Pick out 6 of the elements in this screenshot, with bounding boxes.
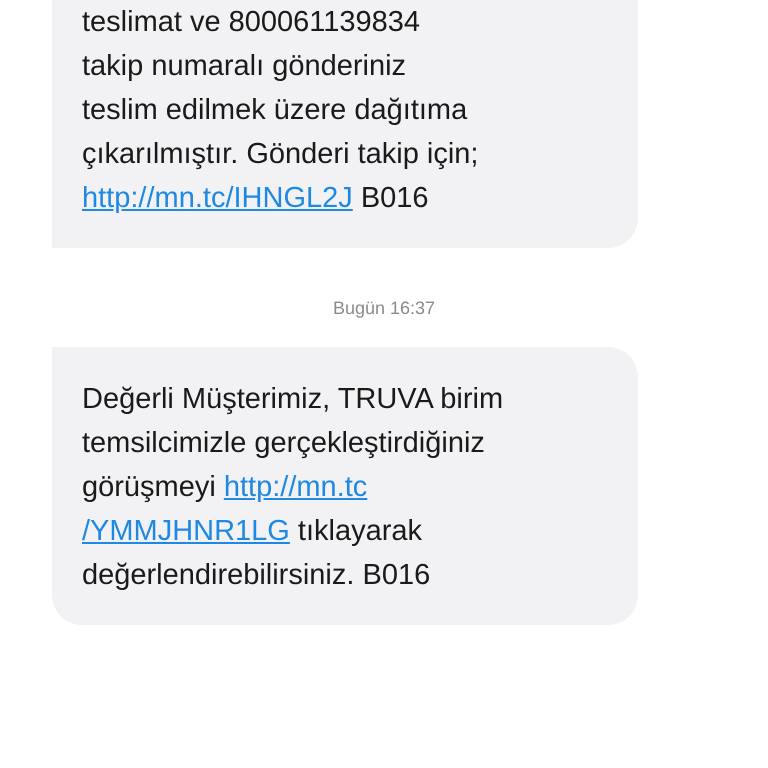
message-text: teslimat ve 800061139834 takip numaralı gönderiniz teslim edilmek üzere dağıtıma çıkarılmıştır. Gönderi takip için; http://mn.tc/IHNGL2J B016 [82, 5, 480, 216]
message-link[interactable]: http://mn.tc/IHNGL2J [82, 182, 353, 214]
message-text: Değerli Müşterimiz, TRUVA birim temsilcimizle gerçekleştirdiğiniz görüşmeyi http://mn.tc /YMMJHNR1LG tıklayarak değerlendirebilirsiniz. B016 [82, 382, 504, 593]
message-link[interactable]: http://mn.tc [224, 471, 368, 503]
timestamp: Bugün 16:37 [332, 298, 436, 319]
message-link[interactable]: /YMMJHNR1LG [82, 515, 290, 547]
